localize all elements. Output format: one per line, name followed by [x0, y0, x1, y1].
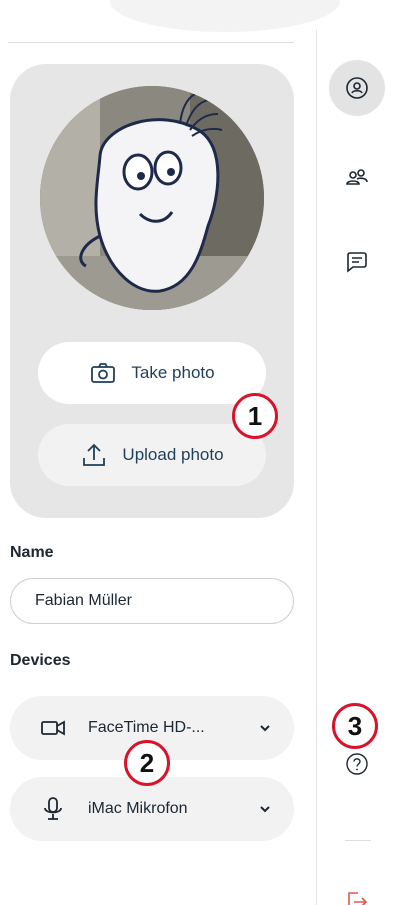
name-field[interactable]: Fabian Müller	[10, 578, 294, 624]
microphone-icon	[44, 797, 62, 820]
chevron-down-icon	[260, 725, 270, 732]
callout-marker-2: 2	[124, 740, 170, 786]
take-photo-button[interactable]: Take photo	[38, 342, 266, 404]
upload-icon	[83, 443, 106, 466]
upload-photo-label: Upload photo	[122, 445, 224, 464]
upload-photo-button[interactable]: Upload photo	[38, 424, 266, 486]
camera-select-label: FaceTime HD-...	[88, 719, 205, 736]
devices-label: Devices	[10, 652, 71, 669]
nav-profile-button[interactable]	[329, 60, 385, 116]
microphone-select-label: iMac Mikrofon	[88, 800, 188, 817]
callout-marker-1: 1	[232, 393, 278, 439]
camera-icon	[91, 363, 116, 383]
microphone-select[interactable]: iMac Mikrofon	[10, 777, 294, 841]
photo-card: Take photo Upload photo	[10, 64, 294, 518]
avatar	[40, 86, 264, 310]
callout-marker-3: 3	[332, 703, 378, 749]
nav-participants-button[interactable]	[329, 150, 385, 206]
side-navigation	[316, 30, 394, 905]
nav-chat-button[interactable]	[329, 234, 385, 290]
exit-icon	[348, 892, 368, 905]
take-photo-label: Take photo	[131, 363, 215, 382]
rail-divider	[345, 840, 371, 841]
avatar-image	[40, 86, 264, 310]
users-icon	[346, 169, 368, 185]
chat-icon	[347, 252, 367, 273]
nav-leave-button[interactable]	[329, 874, 385, 905]
name-label: Name	[10, 544, 54, 561]
name-value: Fabian Müller	[35, 592, 132, 609]
user-circle-icon	[346, 77, 368, 99]
video-camera-icon	[41, 720, 65, 736]
help-icon	[346, 753, 368, 775]
chevron-down-icon	[260, 806, 270, 813]
